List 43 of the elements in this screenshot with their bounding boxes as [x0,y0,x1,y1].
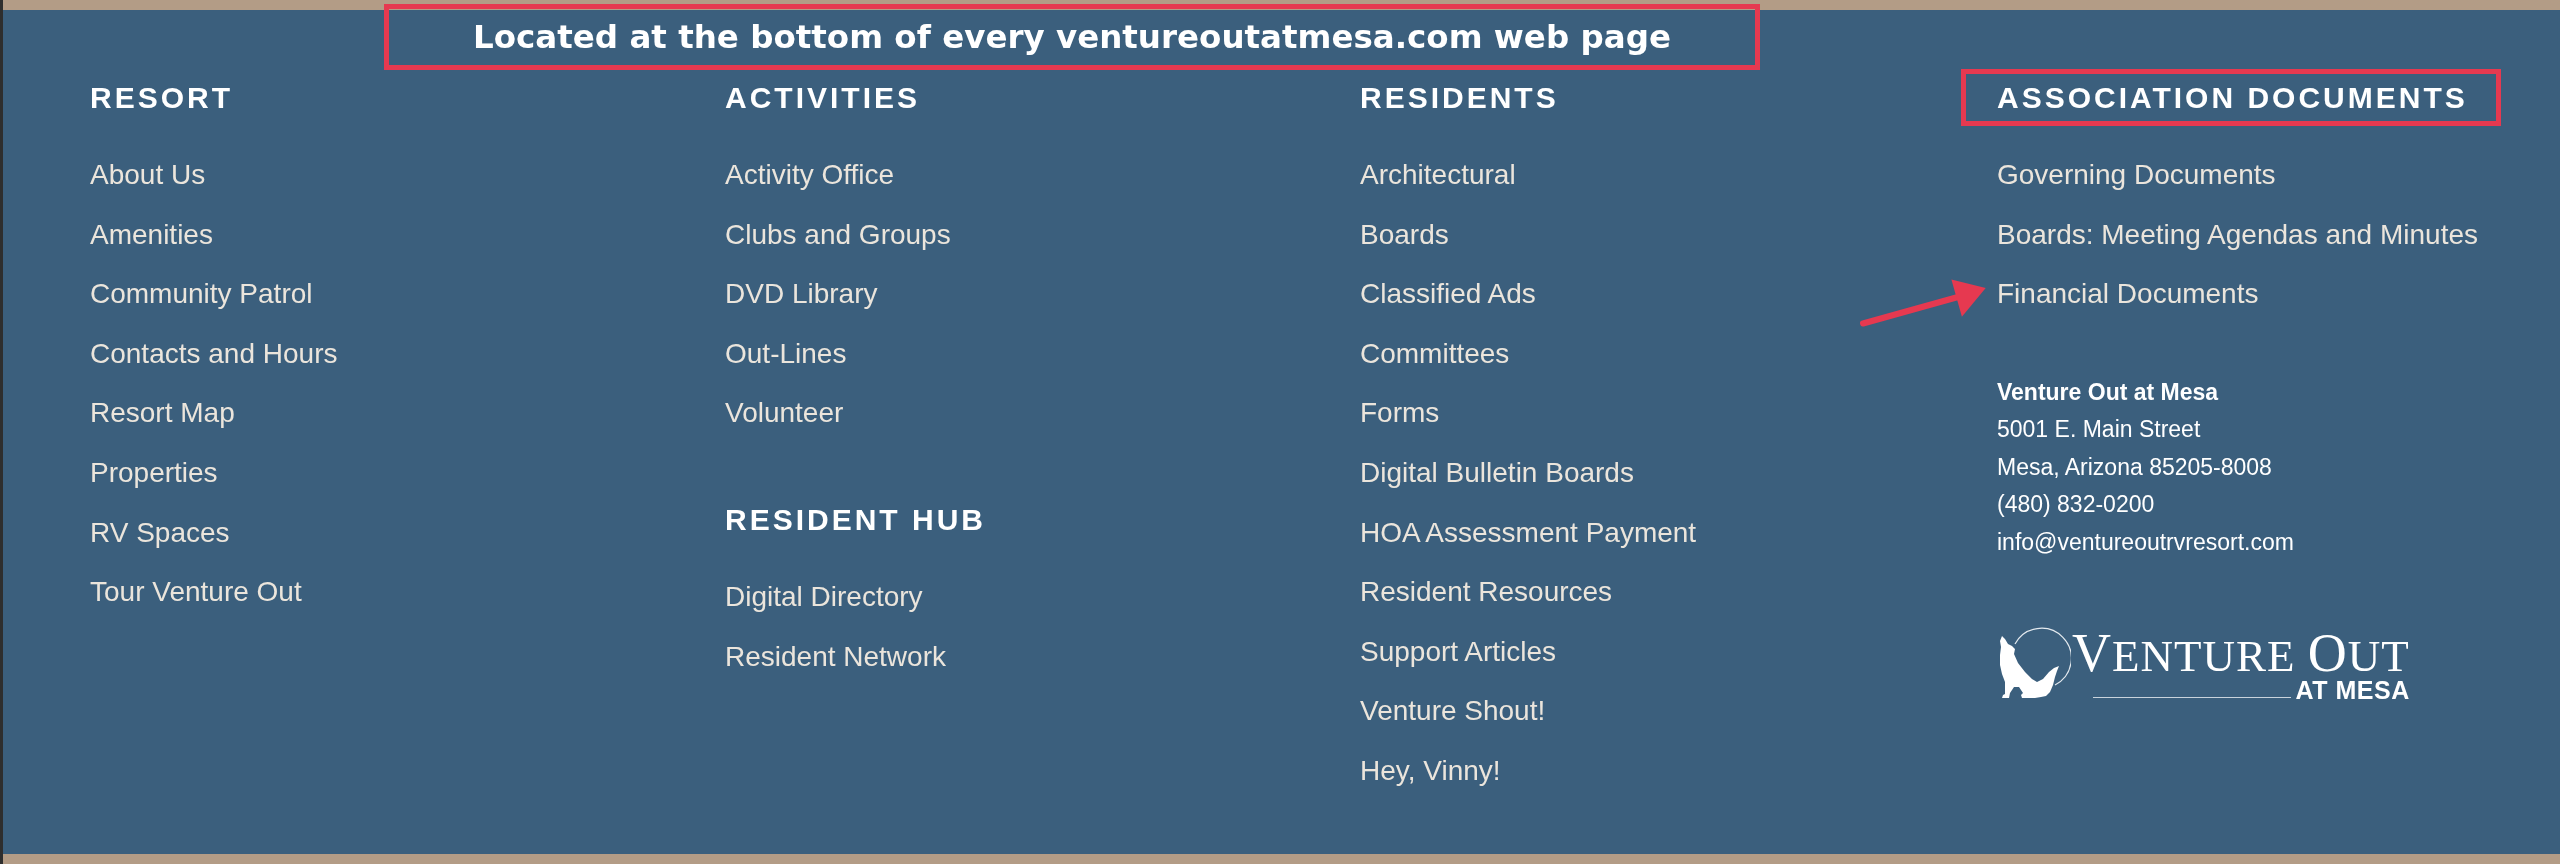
section-heading: RESIDENT HUB [725,501,986,538]
footer-link[interactable]: Forms [1360,397,1440,429]
footer-link[interactable]: Digital Bulletin Boards [1360,456,1634,488]
footer-link[interactable]: DVD Library [725,278,878,310]
footer-link[interactable]: Volunteer [725,397,844,429]
logo-wordmark: VENTURE OUT [2072,631,2410,679]
footer-link[interactable]: Resort Map [90,397,235,429]
footer-link[interactable]: Resident Resources [1360,576,1613,608]
footer-link[interactable]: Financial Documents [1997,278,2259,310]
footer-link[interactable]: Committees [1360,337,1510,369]
footer-link[interactable]: Support Articles [1360,635,1557,667]
footer-link[interactable]: Boards: Meeting Agendas and Minutes [1997,218,2478,250]
footer-link[interactable]: Amenities [90,218,213,250]
footer-link[interactable]: About Us [90,159,206,190]
section-heading: RESIDENTS [1360,80,1559,116]
address-line: (480) 832-0200 [1997,490,2155,520]
footer-link[interactable]: HOA Assessment Payment [1360,516,1697,548]
logo-tagline: AT MESA [2295,680,2410,701]
address-line: 5001 E. Main Street [1997,415,2201,445]
organization-name: Venture Out at Mesa [1997,377,2219,407]
footer-link[interactable]: Contacts and Hours [90,337,338,369]
address-line: info@ventureoutrvresort.com [1997,527,2294,557]
callout-text: Located at the bottom of every ventureoutatmesa.com web page [473,20,1671,54]
footer-link[interactable]: Venture Shout! [1360,695,1546,727]
footer-link[interactable]: Community Patrol [90,278,313,310]
footer-link[interactable]: Governing Documents [1997,159,2276,190]
howling-wolf-icon [1999,627,2071,700]
footer-link[interactable]: Out-Lines [725,337,847,369]
section-heading: ACTIVITIES [725,80,920,116]
footer-link[interactable]: Clubs and Groups [725,218,951,250]
footer-link[interactable]: Boards [1360,218,1449,250]
footer-link[interactable]: Hey, Vinny! [1360,754,1501,786]
section-heading: ASSOCIATION DOCUMENTS [1997,80,2468,116]
footer-link[interactable]: Tour Venture Out [90,576,302,608]
footer-link[interactable]: Activity Office [725,159,895,190]
footer-link[interactable]: Architectural [1360,159,1516,190]
footer-link[interactable]: Properties [90,456,218,488]
address-line: Mesa, Arizona 85205-8008 [1997,452,2272,482]
footer-link[interactable]: RV Spaces [90,516,230,548]
footer-link[interactable]: Digital Directory [725,580,923,612]
section-heading: RESORT [90,80,233,116]
footer-link[interactable]: Resident Network [725,640,946,672]
footer-link[interactable]: Classified Ads [1360,278,1536,310]
